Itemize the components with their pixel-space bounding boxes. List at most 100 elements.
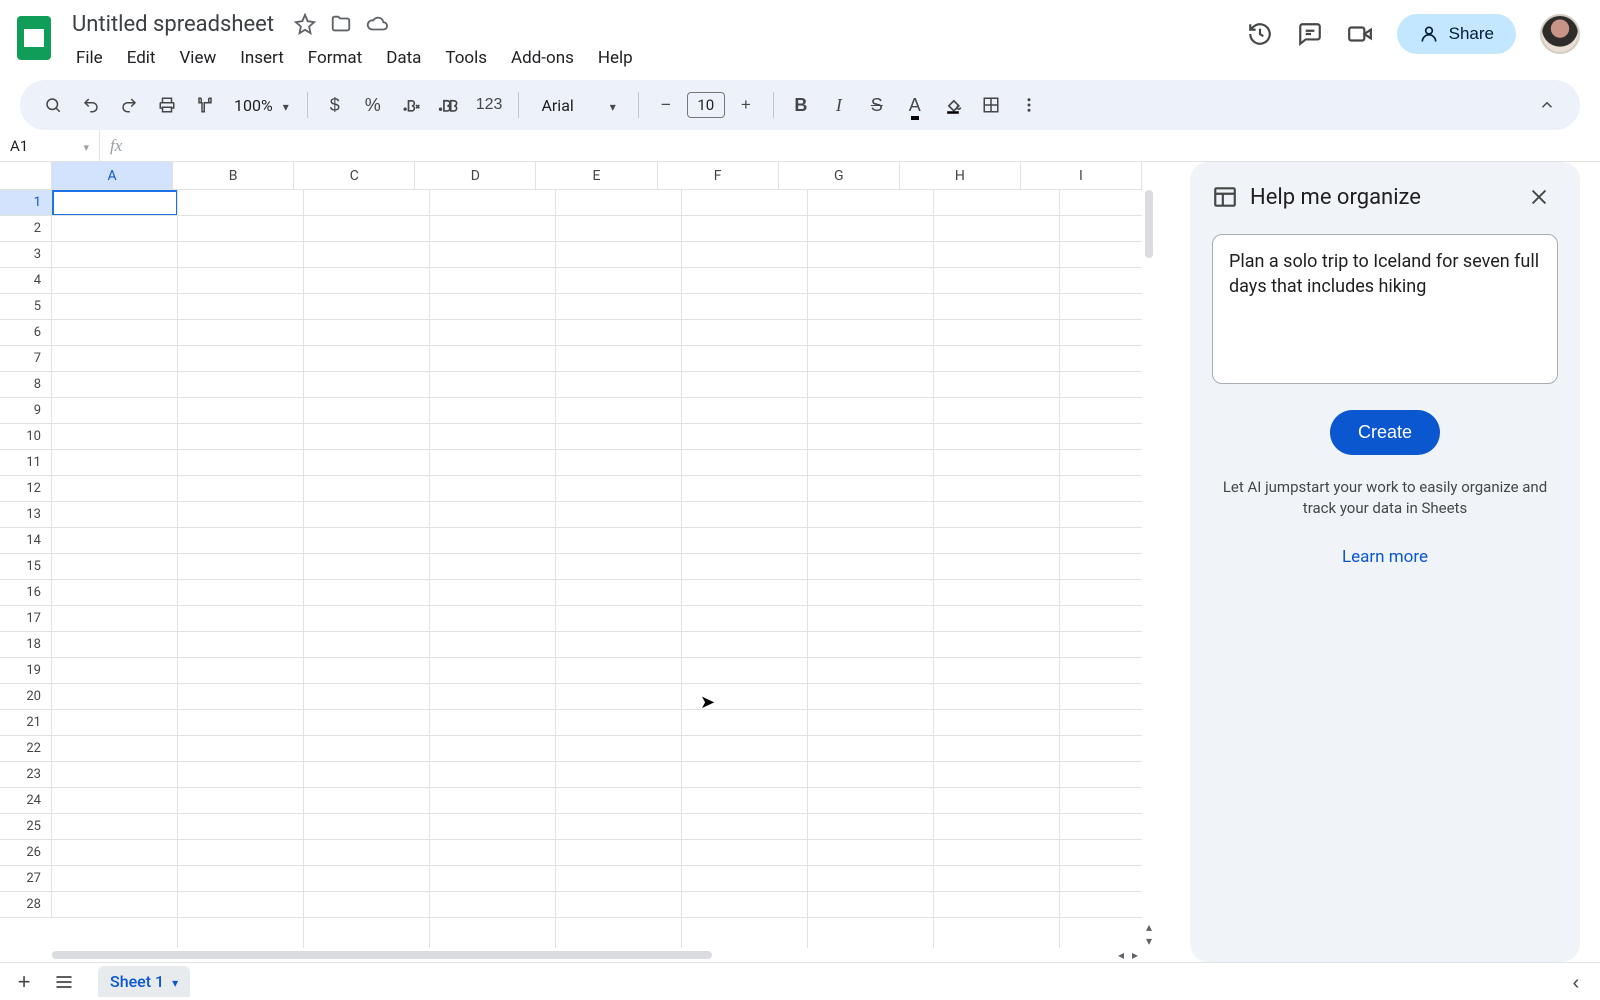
currency-icon[interactable]: $: [320, 90, 350, 120]
italic-icon[interactable]: I: [824, 90, 854, 120]
column-header-C[interactable]: C: [294, 162, 415, 190]
column-header-H[interactable]: H: [900, 162, 1021, 190]
comments-icon[interactable]: [1297, 21, 1323, 47]
fill-color-icon[interactable]: [938, 90, 968, 120]
star-icon[interactable]: [294, 13, 316, 35]
decrease-decimal-icon[interactable]: [396, 90, 426, 120]
help-me-organize-panel: Help me organize Create Let AI jumpstart…: [1190, 162, 1580, 962]
row-header-6[interactable]: 6: [0, 320, 52, 346]
learn-more-link[interactable]: Learn more: [1212, 547, 1558, 567]
column-header-F[interactable]: F: [658, 162, 779, 190]
column-header-D[interactable]: D: [415, 162, 536, 190]
row-header-12[interactable]: 12: [0, 476, 52, 502]
move-folder-icon[interactable]: [330, 13, 352, 35]
menu-view[interactable]: View: [169, 44, 226, 72]
organize-icon: [1212, 184, 1238, 210]
menu-format[interactable]: Format: [298, 44, 372, 72]
decrease-font-size-icon[interactable]: −: [651, 90, 681, 120]
cloud-status-icon[interactable]: [366, 13, 388, 35]
create-button[interactable]: Create: [1330, 410, 1440, 455]
column-header-G[interactable]: G: [779, 162, 900, 190]
font-family-select[interactable]: Arial: [531, 96, 625, 115]
row-header-28[interactable]: 28: [0, 892, 52, 918]
font-size-input[interactable]: 10: [687, 92, 725, 118]
panel-hint-text: Let AI jumpstart your work to easily org…: [1212, 477, 1558, 519]
horizontal-scrollbar[interactable]: ◂ ▸: [52, 948, 1142, 962]
column-header-A[interactable]: A: [52, 162, 173, 190]
row-header-13[interactable]: 13: [0, 502, 52, 528]
fx-icon: fx: [100, 136, 132, 156]
number-format-button[interactable]: 123: [472, 90, 507, 120]
row-header-25[interactable]: 25: [0, 814, 52, 840]
menu-edit[interactable]: Edit: [117, 44, 166, 72]
menu-data[interactable]: Data: [376, 44, 431, 72]
row-header-20[interactable]: 20: [0, 684, 52, 710]
row-header-21[interactable]: 21: [0, 710, 52, 736]
collapse-toolbar-icon[interactable]: [1532, 90, 1562, 120]
row-header-24[interactable]: 24: [0, 788, 52, 814]
row-header-7[interactable]: 7: [0, 346, 52, 372]
side-panel-toggle-icon[interactable]: [1560, 966, 1592, 998]
share-button[interactable]: Share: [1397, 14, 1516, 54]
name-box-value: A1: [10, 137, 28, 155]
column-header-E[interactable]: E: [536, 162, 657, 190]
menu-addons[interactable]: Add-ons: [501, 44, 584, 72]
history-icon[interactable]: [1247, 21, 1273, 47]
add-sheet-icon[interactable]: +: [8, 966, 40, 998]
increase-font-size-icon[interactable]: +: [731, 90, 761, 120]
row-header-14[interactable]: 14: [0, 528, 52, 554]
strikethrough-icon[interactable]: S: [862, 90, 892, 120]
undo-icon[interactable]: [76, 90, 106, 120]
increase-decimal-icon[interactable]: [434, 90, 464, 120]
row-header-23[interactable]: 23: [0, 762, 52, 788]
row-header-4[interactable]: 4: [0, 268, 52, 294]
borders-icon[interactable]: [976, 90, 1006, 120]
row-header-27[interactable]: 27: [0, 866, 52, 892]
prompt-textarea[interactable]: [1212, 234, 1558, 384]
row-header-16[interactable]: 16: [0, 580, 52, 606]
row-header-17[interactable]: 17: [0, 606, 52, 632]
row-header-9[interactable]: 9: [0, 398, 52, 424]
meet-icon[interactable]: [1347, 21, 1373, 47]
menu-insert[interactable]: Insert: [230, 44, 294, 72]
row-header-11[interactable]: 11: [0, 450, 52, 476]
row-header-18[interactable]: 18: [0, 632, 52, 658]
print-icon[interactable]: [152, 90, 182, 120]
row-header-15[interactable]: 15: [0, 554, 52, 580]
name-box[interactable]: A1: [0, 130, 100, 161]
sheet-tab-1[interactable]: Sheet 1: [98, 966, 190, 997]
row-header-26[interactable]: 26: [0, 840, 52, 866]
column-header-B[interactable]: B: [173, 162, 294, 190]
close-panel-icon[interactable]: [1528, 182, 1558, 212]
row-header-3[interactable]: 3: [0, 242, 52, 268]
redo-icon[interactable]: [114, 90, 144, 120]
search-menus-icon[interactable]: [38, 90, 68, 120]
app-header: Untitled spreadsheet File Edit View Inse…: [0, 0, 1600, 74]
account-avatar[interactable]: [1540, 14, 1580, 54]
row-header-19[interactable]: 19: [0, 658, 52, 684]
row-header-5[interactable]: 5: [0, 294, 52, 320]
row-header-8[interactable]: 8: [0, 372, 52, 398]
document-title[interactable]: Untitled spreadsheet: [66, 11, 280, 38]
menu-help[interactable]: Help: [588, 44, 643, 72]
font-family-value: Arial: [541, 96, 573, 115]
bold-icon[interactable]: B: [786, 90, 816, 120]
column-header-I[interactable]: I: [1021, 162, 1142, 190]
text-color-icon[interactable]: A: [900, 90, 930, 120]
menu-file[interactable]: File: [66, 44, 113, 72]
select-all-corner[interactable]: [0, 162, 52, 190]
active-cell-outline: [52, 190, 178, 216]
spreadsheet-grid[interactable]: ABCDEFGHI 123456789101112131415161718192…: [0, 162, 1160, 962]
more-toolbar-icon[interactable]: [1014, 90, 1044, 120]
percent-icon[interactable]: %: [358, 90, 388, 120]
row-header-10[interactable]: 10: [0, 424, 52, 450]
formula-input[interactable]: [132, 130, 1600, 161]
zoom-select[interactable]: 100%: [228, 96, 295, 115]
all-sheets-icon[interactable]: [48, 966, 80, 998]
row-header-22[interactable]: 22: [0, 736, 52, 762]
menu-tools[interactable]: Tools: [435, 44, 497, 72]
paint-format-icon[interactable]: [190, 90, 220, 120]
row-header-2[interactable]: 2: [0, 216, 52, 242]
row-header-1[interactable]: 1: [0, 190, 52, 216]
vertical-scrollbar[interactable]: ▴ ▾: [1142, 190, 1156, 948]
